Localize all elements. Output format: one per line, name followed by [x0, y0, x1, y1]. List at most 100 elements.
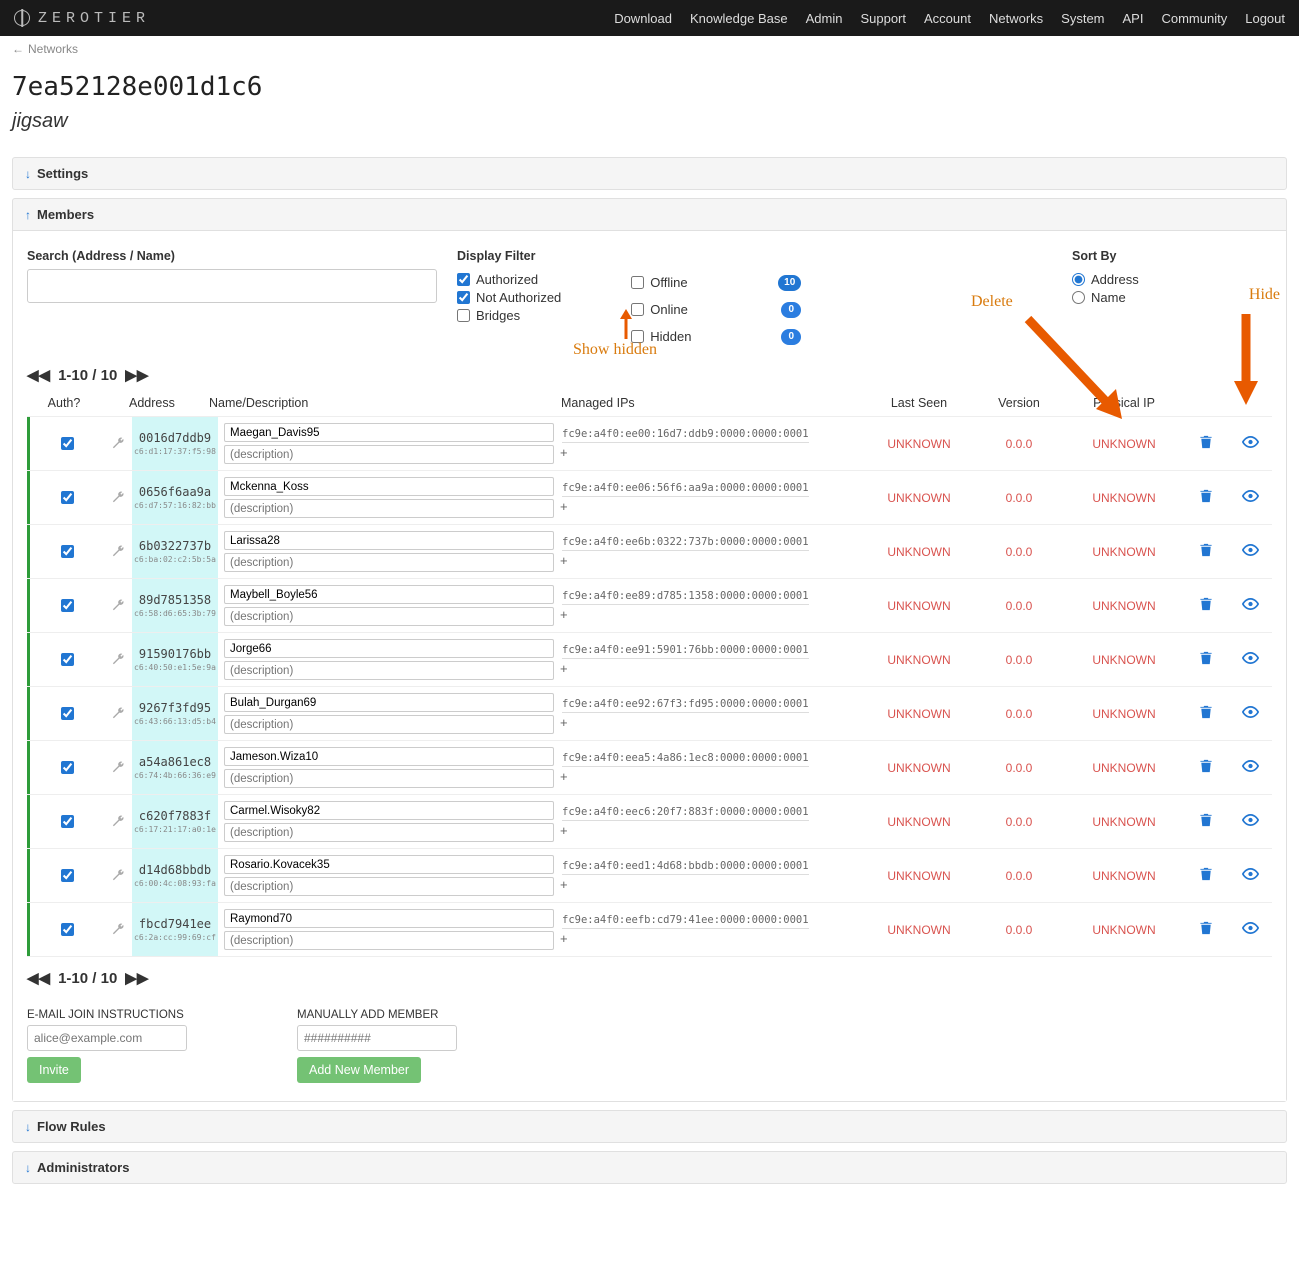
filter-hidden[interactable]: Hidden0: [631, 326, 801, 347]
member-name-input[interactable]: [224, 747, 554, 766]
add-ip-icon[interactable]: +: [560, 661, 568, 676]
hide-icon[interactable]: [1242, 435, 1259, 453]
add-ip-icon[interactable]: +: [560, 769, 568, 784]
member-description-input[interactable]: [224, 769, 554, 788]
auth-checkbox[interactable]: [61, 869, 74, 882]
delete-icon[interactable]: [1199, 596, 1213, 615]
panel-settings[interactable]: ↓ Settings: [12, 157, 1287, 190]
add-ip-icon[interactable]: +: [560, 607, 568, 622]
add-ip-icon[interactable]: +: [560, 823, 568, 838]
nav-link-networks[interactable]: Networks: [989, 11, 1043, 26]
wrench-icon[interactable]: [104, 795, 132, 848]
delete-icon[interactable]: [1199, 758, 1213, 777]
wrench-icon[interactable]: [104, 687, 132, 740]
filter-checkbox[interactable]: [457, 273, 470, 286]
hide-icon[interactable]: [1242, 651, 1259, 669]
auth-checkbox[interactable]: [61, 491, 74, 504]
member-description-input[interactable]: [224, 499, 554, 518]
filter-checkbox[interactable]: [631, 276, 644, 289]
nav-link-knowledge-base[interactable]: Knowledge Base: [690, 11, 788, 26]
panel-flow-rules[interactable]: ↓ Flow Rules: [12, 1110, 1287, 1143]
sort-radio[interactable]: [1072, 273, 1085, 286]
panel-administrators[interactable]: ↓ Administrators: [12, 1151, 1287, 1184]
nav-link-logout[interactable]: Logout: [1245, 11, 1285, 26]
hide-icon[interactable]: [1242, 759, 1259, 777]
member-description-input[interactable]: [224, 661, 554, 680]
wrench-icon[interactable]: [104, 849, 132, 902]
add-ip-icon[interactable]: +: [560, 715, 568, 730]
add-ip-icon[interactable]: +: [560, 553, 568, 568]
pager-first-icon[interactable]: ◀◀: [27, 366, 50, 384]
add-member-button[interactable]: Add New Member: [297, 1057, 421, 1083]
member-name-input[interactable]: [224, 585, 554, 604]
sort-address[interactable]: Address: [1072, 272, 1272, 287]
member-name-input[interactable]: [224, 693, 554, 712]
member-description-input[interactable]: [224, 715, 554, 734]
hide-icon[interactable]: [1242, 705, 1259, 723]
delete-icon[interactable]: [1199, 434, 1213, 453]
manual-add-input[interactable]: [297, 1025, 457, 1051]
delete-icon[interactable]: [1199, 650, 1213, 669]
auth-checkbox[interactable]: [61, 437, 74, 450]
pager-last-icon[interactable]: ▶▶: [125, 366, 148, 384]
member-description-input[interactable]: [224, 607, 554, 626]
sort-name[interactable]: Name: [1072, 290, 1272, 305]
delete-icon[interactable]: [1199, 488, 1213, 507]
auth-checkbox[interactable]: [61, 653, 74, 666]
filter-checkbox[interactable]: [631, 330, 644, 343]
hide-icon[interactable]: [1242, 489, 1259, 507]
wrench-icon[interactable]: [104, 471, 132, 524]
add-ip-icon[interactable]: +: [560, 877, 568, 892]
pager-first-icon[interactable]: ◀◀: [27, 969, 50, 987]
search-input[interactable]: [27, 269, 437, 303]
email-invite-input[interactable]: [27, 1025, 187, 1051]
nav-link-download[interactable]: Download: [614, 11, 672, 26]
nav-link-support[interactable]: Support: [860, 11, 906, 26]
wrench-icon[interactable]: [104, 903, 132, 956]
wrench-icon[interactable]: [104, 525, 132, 578]
invite-button[interactable]: Invite: [27, 1057, 81, 1083]
delete-icon[interactable]: [1199, 812, 1213, 831]
nav-link-admin[interactable]: Admin: [806, 11, 843, 26]
wrench-icon[interactable]: [104, 741, 132, 794]
wrench-icon[interactable]: [104, 417, 132, 470]
auth-checkbox[interactable]: [61, 599, 74, 612]
filter-checkbox[interactable]: [457, 309, 470, 322]
brand[interactable]: ZEROTIER: [14, 10, 150, 27]
auth-checkbox[interactable]: [61, 815, 74, 828]
breadcrumb[interactable]: ←Networks: [0, 36, 1299, 62]
member-description-input[interactable]: [224, 931, 554, 950]
filter-online[interactable]: Online0: [631, 299, 801, 320]
wrench-icon[interactable]: [104, 579, 132, 632]
auth-checkbox[interactable]: [61, 923, 74, 936]
hide-icon[interactable]: [1242, 921, 1259, 939]
add-ip-icon[interactable]: +: [560, 445, 568, 460]
filter-checkbox[interactable]: [631, 303, 644, 316]
wrench-icon[interactable]: [104, 633, 132, 686]
delete-icon[interactable]: [1199, 866, 1213, 885]
filter-checkbox[interactable]: [457, 291, 470, 304]
pager-last-icon[interactable]: ▶▶: [125, 969, 148, 987]
nav-link-system[interactable]: System: [1061, 11, 1104, 26]
member-description-input[interactable]: [224, 823, 554, 842]
auth-checkbox[interactable]: [61, 707, 74, 720]
member-name-input[interactable]: [224, 801, 554, 820]
panel-members-header[interactable]: ↑ Members: [13, 199, 1286, 230]
nav-link-community[interactable]: Community: [1161, 11, 1227, 26]
nav-link-account[interactable]: Account: [924, 11, 971, 26]
add-ip-icon[interactable]: +: [560, 931, 568, 946]
member-description-input[interactable]: [224, 445, 554, 464]
delete-icon[interactable]: [1199, 542, 1213, 561]
member-name-input[interactable]: [224, 423, 554, 442]
member-name-input[interactable]: [224, 477, 554, 496]
hide-icon[interactable]: [1242, 597, 1259, 615]
filter-not-authorized[interactable]: Not Authorized: [457, 290, 561, 305]
hide-icon[interactable]: [1242, 867, 1259, 885]
filter-bridges[interactable]: Bridges: [457, 308, 561, 323]
delete-icon[interactable]: [1199, 704, 1213, 723]
member-name-input[interactable]: [224, 909, 554, 928]
add-ip-icon[interactable]: +: [560, 499, 568, 514]
delete-icon[interactable]: [1199, 920, 1213, 939]
member-name-input[interactable]: [224, 531, 554, 550]
sort-radio[interactable]: [1072, 291, 1085, 304]
